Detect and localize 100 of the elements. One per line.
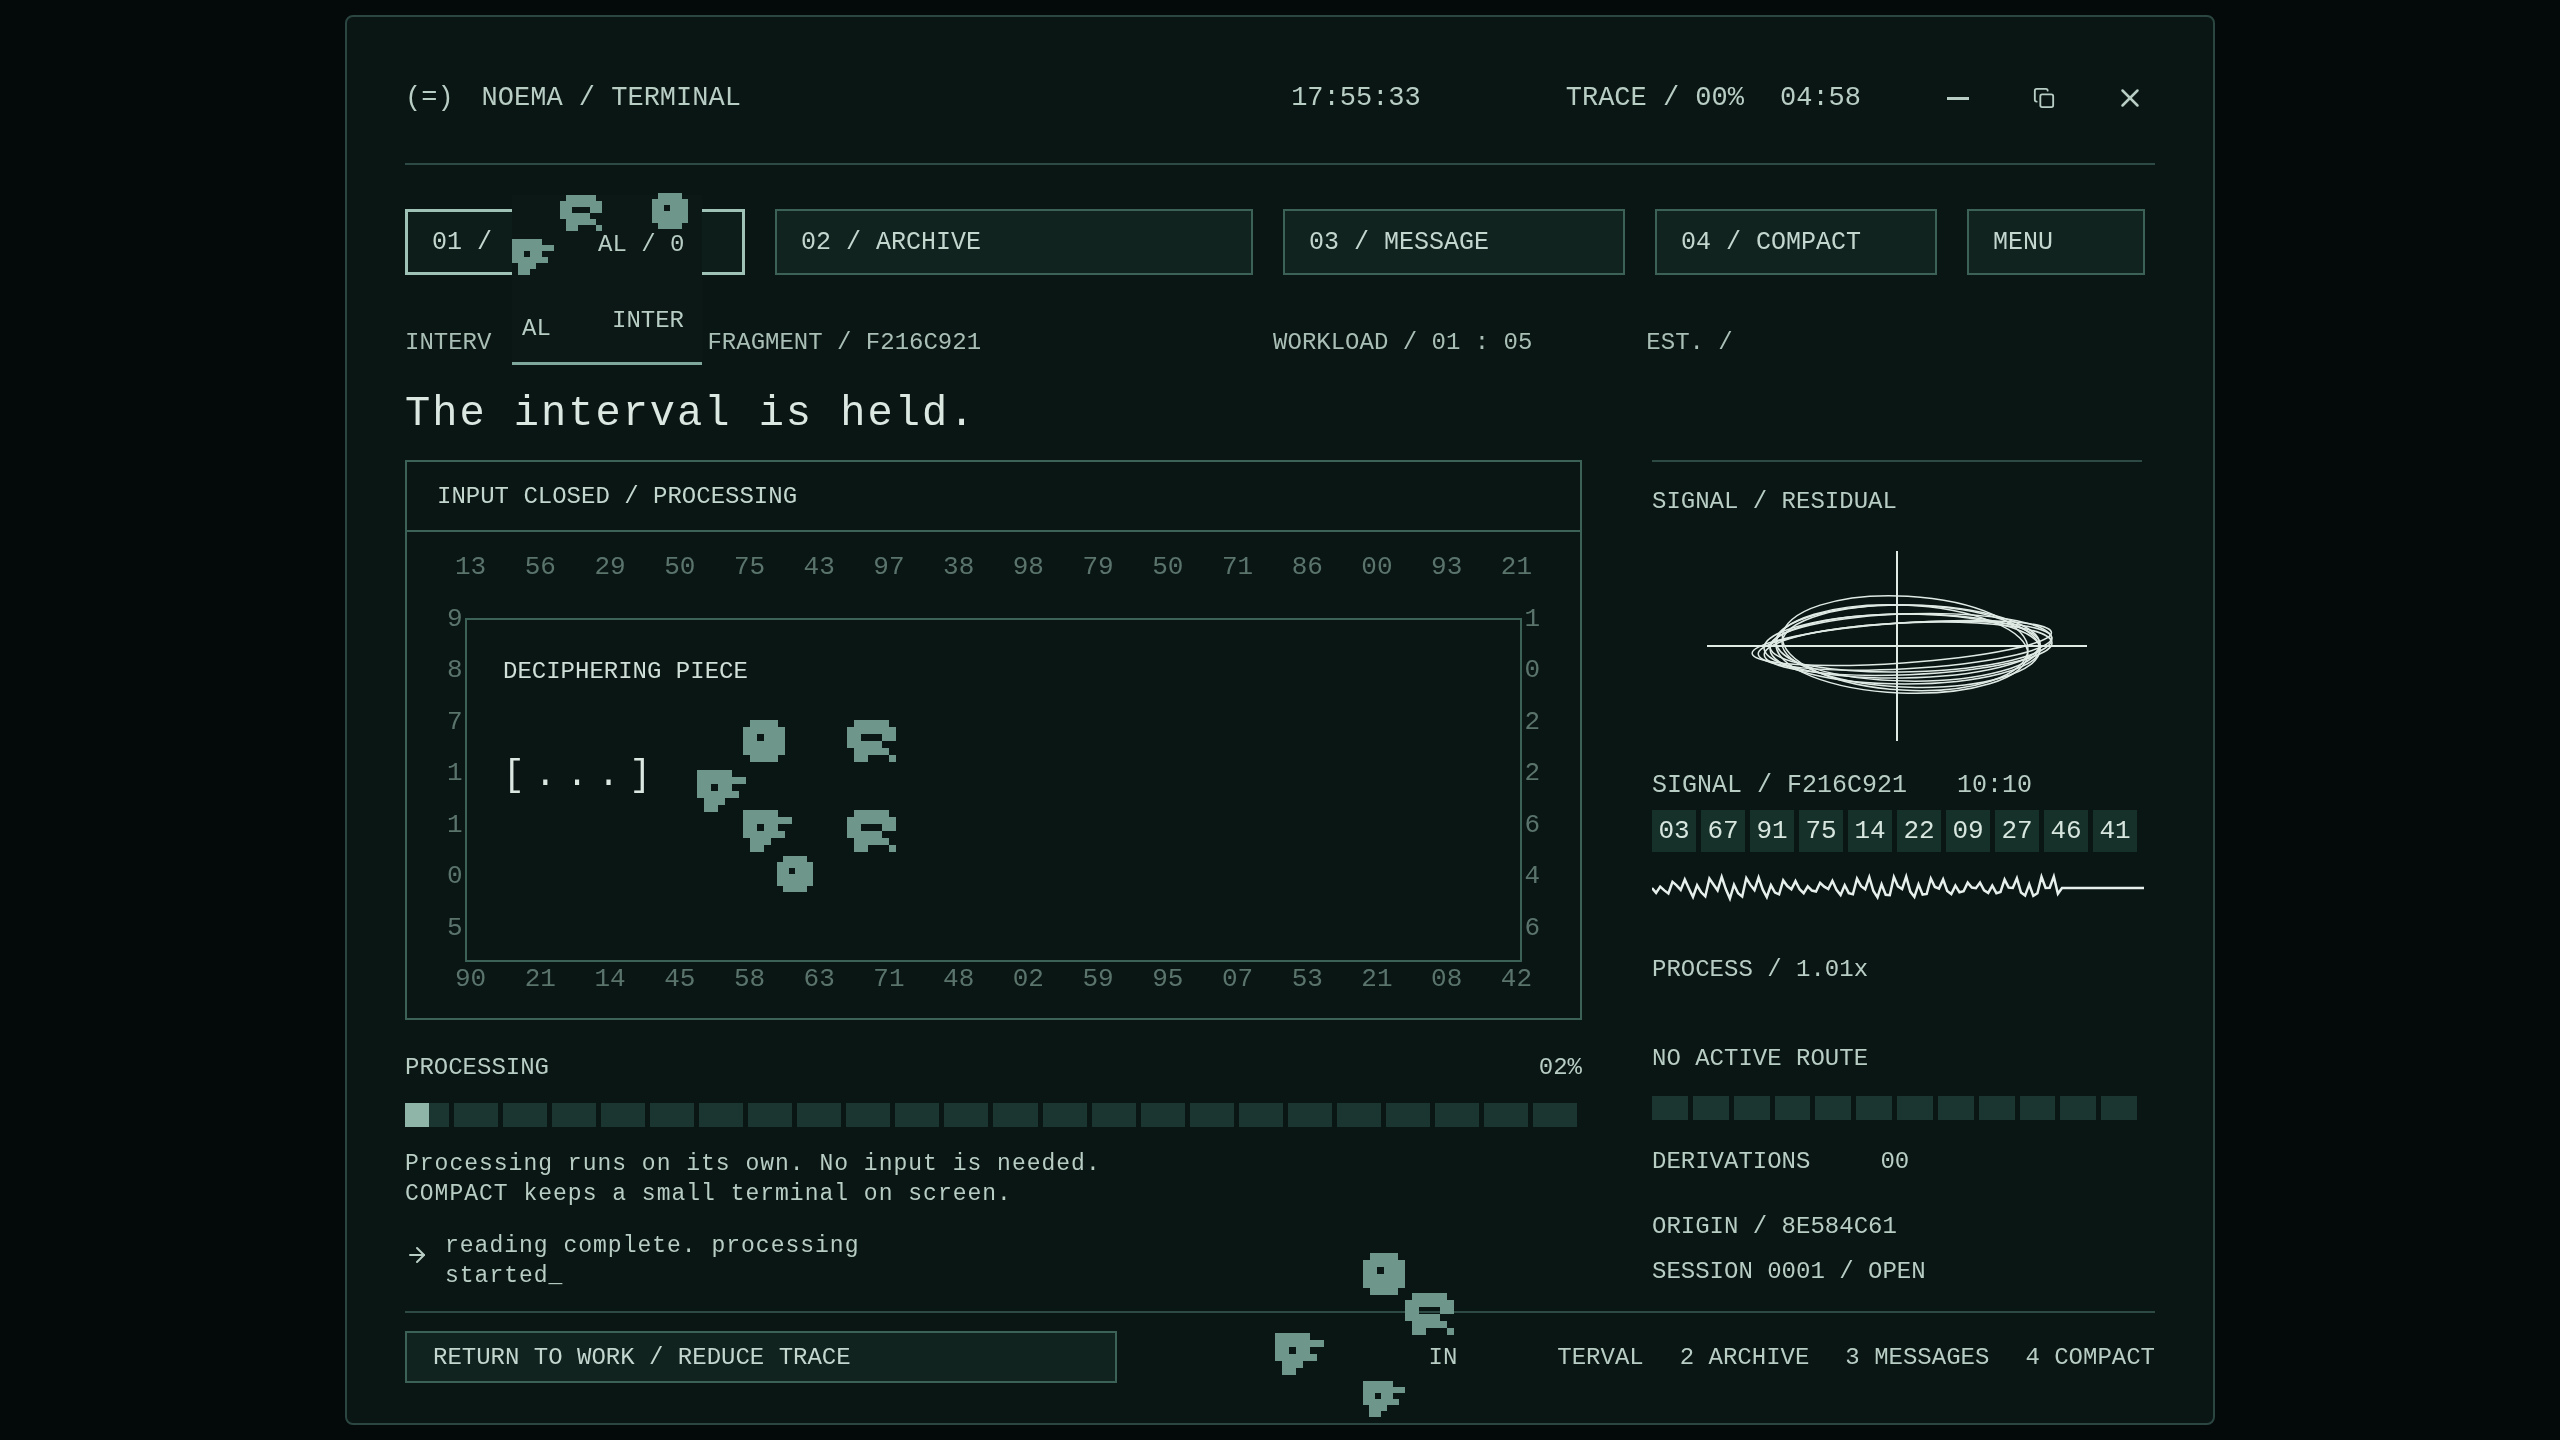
tab[interactable]: 02 / ARCHIVE [775,209,1253,275]
status-text: INTERV [405,329,492,356]
data-number: 90 [455,964,487,994]
derivations-value: 00 [1880,1148,1910,1175]
data-number: 21 [1361,964,1393,994]
pixel-sprite-icon [512,239,554,275]
data-number: 00 [1361,552,1393,582]
signal-id: SIGNAL / F216C921 [1652,771,1908,800]
data-number: 63 [803,964,835,994]
data-number: 2 [1524,706,1540,737]
data-number: 02 [1012,964,1044,994]
data-number: 86 [1291,552,1323,582]
code-chip: 09 [1946,810,1990,852]
processing-label: PROCESSING [405,1054,550,1081]
data-number: 1 [1524,603,1540,634]
return-button[interactable]: RETURN TO WORK / REDUCE TRACE [405,1331,1117,1383]
data-number: 4 [1524,861,1540,891]
glitch-text: AL [522,315,551,342]
data-number: 50 [1152,552,1184,582]
data-number: 0 [447,861,463,891]
nav-link[interactable]: TERVAL [1557,1343,1644,1371]
nav-link[interactable]: 3 MESSAGES [1845,1343,1990,1371]
window-title: NOEMA / TERMINAL [481,83,741,113]
pixel-sprite-icon [1405,1293,1454,1335]
data-number: 59 [1082,964,1114,994]
data-number: 8 [447,655,463,685]
data-number: 56 [524,552,556,582]
clock-text: 17:55:33 [1291,83,1421,113]
status-text: FRAGMENT / F216C921 [707,329,982,356]
pixel-sprite-icon [847,720,896,762]
data-number: 1 [447,809,463,840]
headline: The interval is held. [405,390,978,438]
data-number: 9 [447,603,463,634]
glitch-text: AL / 0 [598,231,685,258]
timer-text: 04:58 [1780,83,1861,113]
glitch-text: INTER [612,307,684,334]
data-number: 79 [1082,552,1114,582]
code-chip: 22 [1897,810,1941,852]
data-number: 50 [664,552,696,582]
data-number: 29 [594,552,626,582]
data-number: 48 [943,964,975,994]
data-number: 71 [1221,552,1254,582]
code-chip: 27 [1995,810,2039,852]
status-text: WORKLOAD / 01 : 05 [1273,329,1533,356]
route-text: NO ACTIVE ROUTE [1652,1045,1870,1072]
data-number: 38 [943,552,975,582]
data-number: 0 [1524,655,1540,685]
data-number: 21 [1500,552,1532,582]
data-number: 13 [455,552,487,582]
data-number: 98 [1012,552,1044,582]
menu-button[interactable]: MENU [1967,209,2145,275]
derivations-label: DERIVATIONS [1652,1148,1811,1175]
data-number: 95 [1152,964,1184,994]
pixel-sprite-icon [1363,1381,1405,1417]
data-number: 93 [1431,552,1463,582]
data-number: 07 [1221,964,1254,994]
data-number: 71 [873,964,905,994]
code-chip: 03 [1652,810,1696,852]
data-number: 97 [873,552,905,582]
processing-percent: 02% [1538,1054,1582,1081]
session-text: SESSION 0001 / OPEN [1652,1258,1927,1285]
origin-text: ORIGIN / 8E584C61 [1652,1213,1898,1240]
log-text: reading complete. processing started_ [445,1232,861,1291]
nav-link[interactable]: 2 ARCHIVE [1679,1343,1810,1371]
data-number: 08 [1431,964,1463,994]
signal-title: SIGNAL / RESIDUAL [1652,488,1898,515]
nav-link[interactable]: IN [1428,1343,1458,1371]
pixel-sprite-icon [697,770,746,812]
code-chip: 67 [1701,810,1745,852]
pixel-sprite-icon [1275,1333,1324,1375]
code-chip: 41 [2093,810,2137,852]
tab[interactable]: 03 / MESSAGE [1283,209,1625,275]
data-number: 75 [733,552,766,582]
dialog-title: DECIPHERING PIECE [503,658,749,685]
ellipsis-text: [...] [503,755,662,796]
tab[interactable]: 04 / COMPACT [1655,209,1937,275]
restore-icon [2033,87,2055,109]
data-number: 5 [447,912,463,943]
signal-time: 10:10 [1957,771,2033,800]
data-number: 14 [594,964,626,994]
data-number: 7 [447,706,463,737]
status-text: EST. / [1646,329,1733,356]
info-text: Processing runs on its own. No input is needed. [405,1150,1102,1179]
app-icon-text: (=) [405,83,454,113]
pixel-sprite-icon [847,810,896,852]
nav-link[interactable]: 4 COMPACT [2025,1343,2155,1371]
data-number: 42 [1500,964,1532,994]
data-number: 53 [1291,964,1323,994]
trace-text: TRACE / 00% [1565,83,1744,113]
minimize-icon [1947,96,1969,100]
data-number: 2 [1524,758,1540,788]
process-text: PROCESS / 1.01x [1652,956,1870,983]
data-number: 1 [447,758,463,788]
info-text: COMPACT keeps a small terminal on screen. [405,1180,1013,1209]
data-number: 58 [733,964,766,994]
code-chip: 91 [1750,810,1794,852]
pixel-sprite-icon [743,810,792,852]
data-number: 45 [664,964,696,994]
data-number: 6 [1524,912,1540,943]
code-chip: 14 [1848,810,1892,852]
